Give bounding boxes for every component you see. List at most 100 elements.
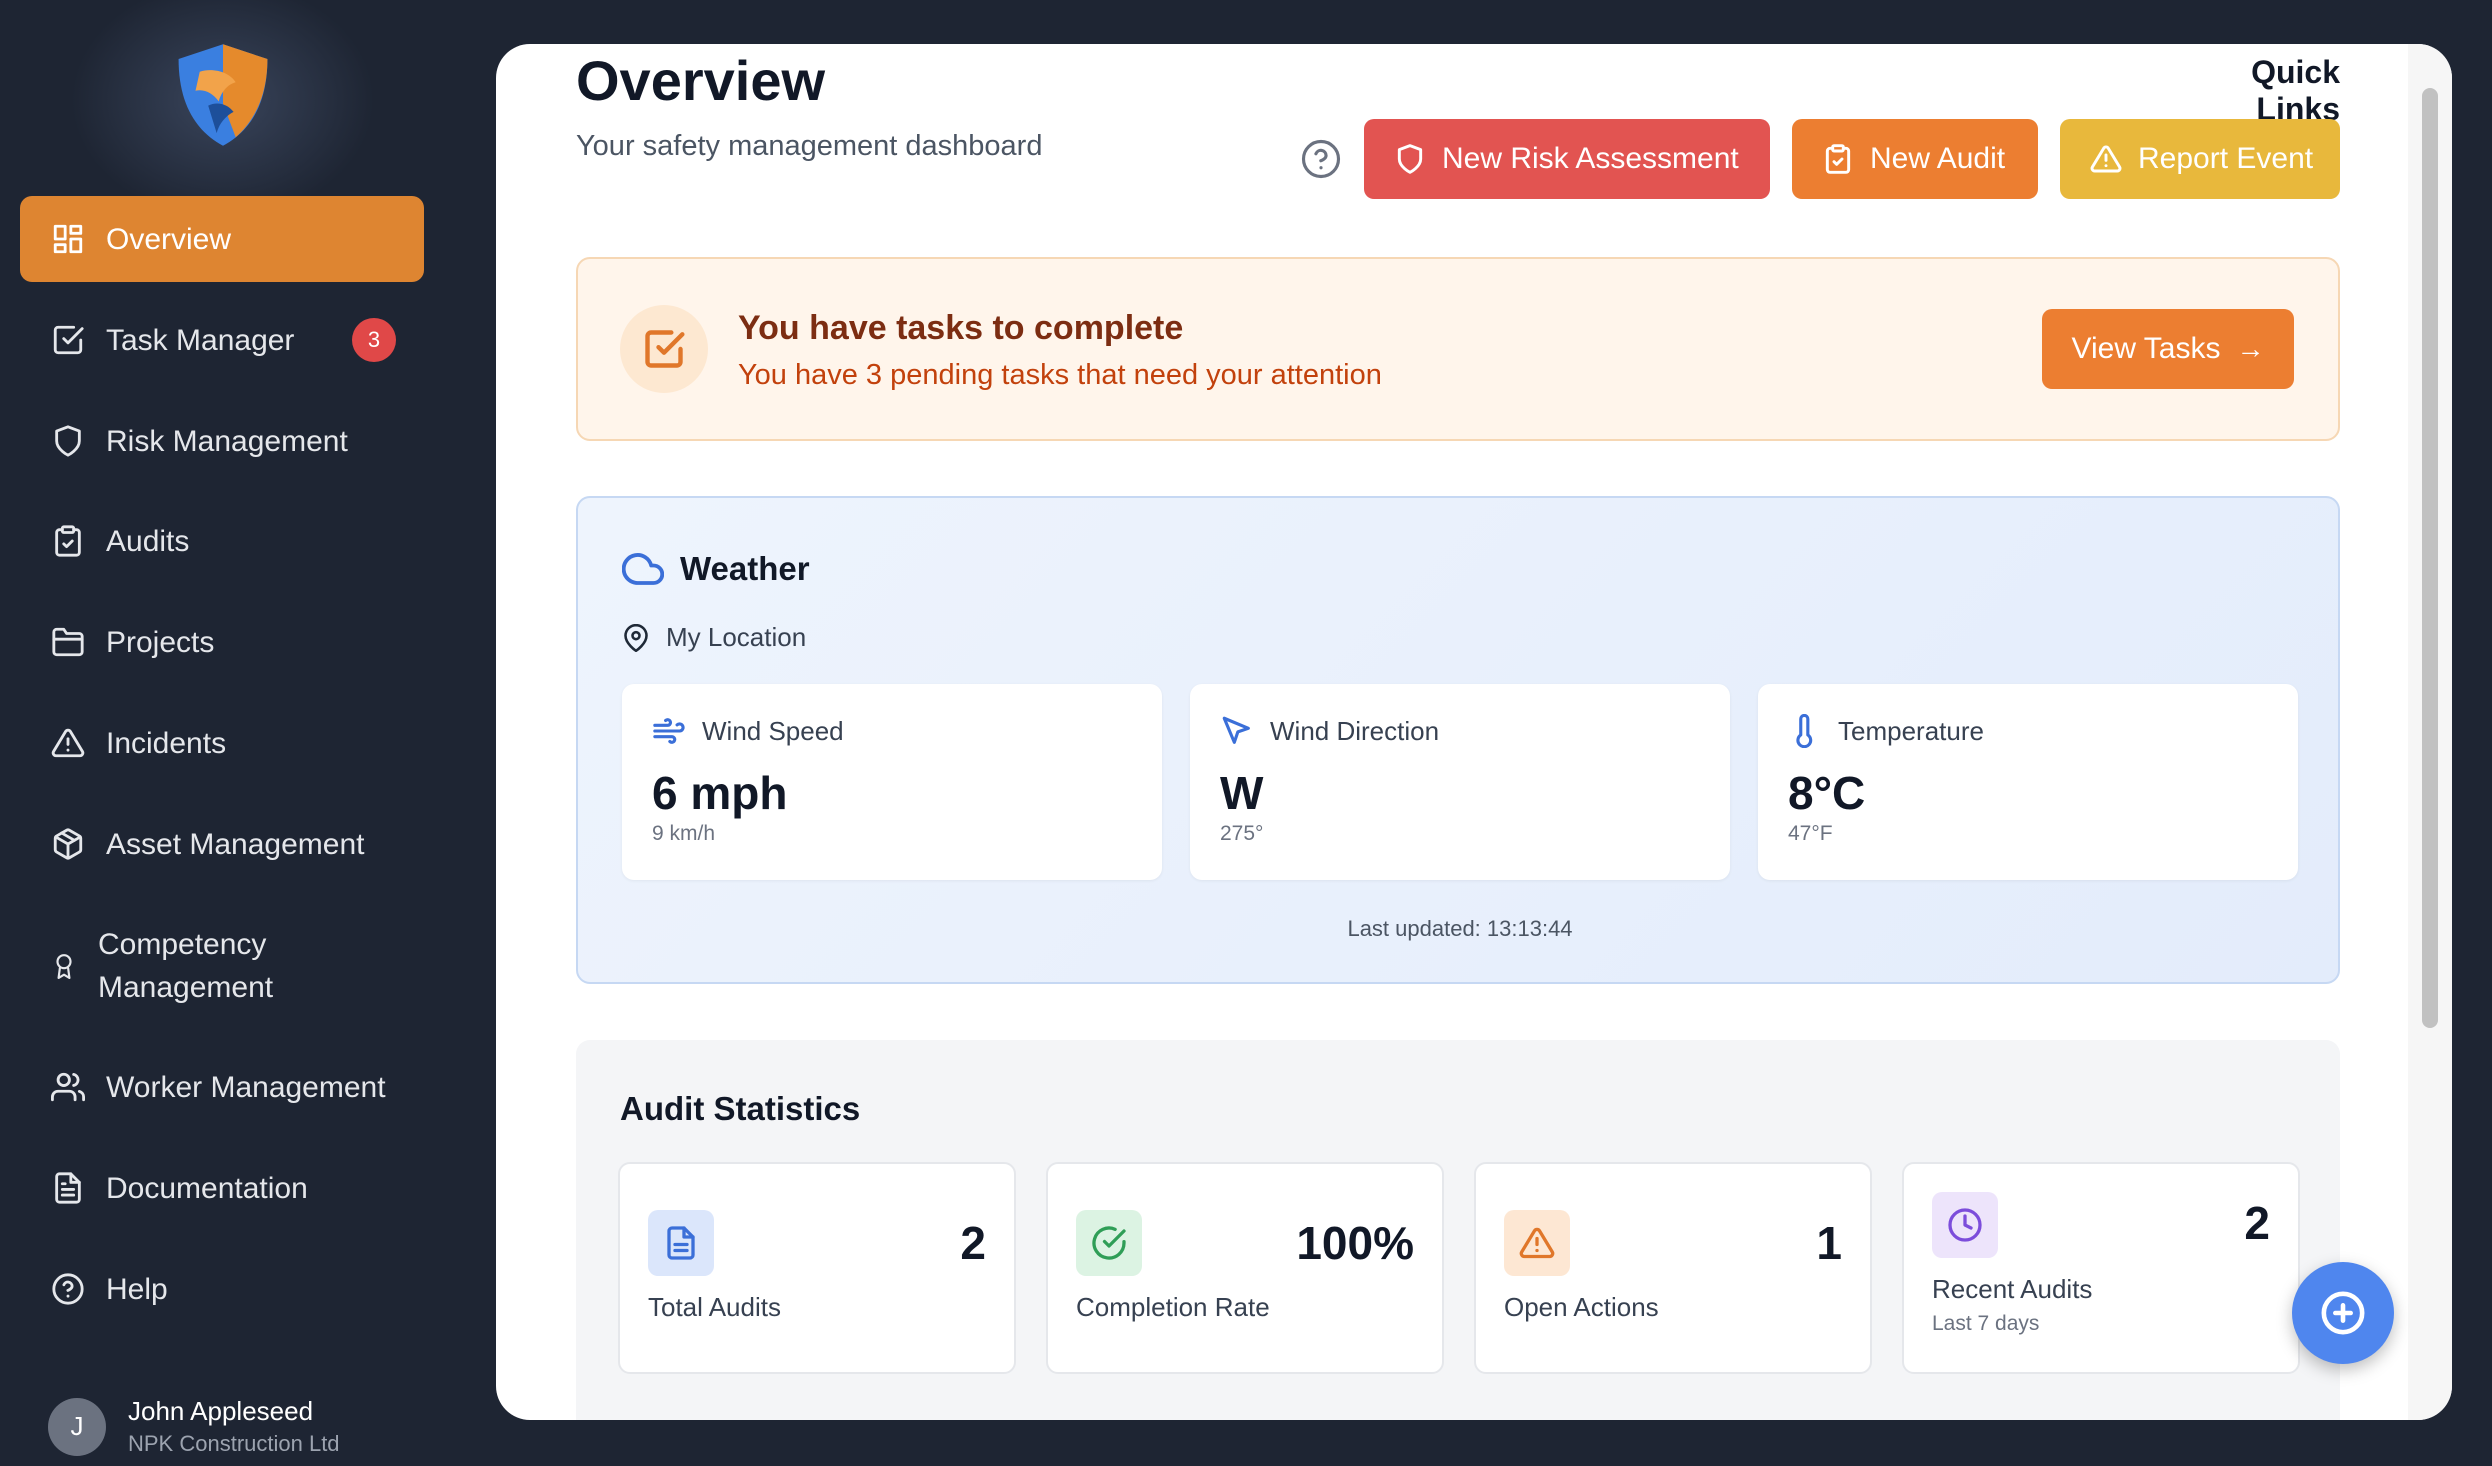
avatar: J: [48, 1397, 106, 1456]
user-name: John Appleseed: [128, 1396, 314, 1426]
weather-last-updated: Last updated: 13:13:44: [1347, 916, 1573, 941]
sidebar: Overview Task Manager 3 Risk Management …: [0, 0, 496, 1466]
open-actions-value: 1: [1816, 1217, 1842, 1269]
wind-direction-degrees: 275°: [1220, 822, 1264, 845]
sidebar-item-label: Documentation: [106, 1171, 308, 1205]
weather-title: Weather: [680, 550, 810, 587]
button-label: Report Event: [2138, 142, 2314, 175]
help-circle-icon: [50, 1271, 86, 1307]
main-content: Overview Your safety management dashboar…: [496, 44, 2452, 1420]
sidebar-item-label: Competency Management: [98, 928, 274, 1004]
folder-icon: [50, 624, 86, 660]
open-actions-card[interactable]: 1 Open Actions: [1474, 1162, 1872, 1374]
tasks-banner-subtitle: You have 3 pending tasks that need your …: [738, 359, 1382, 391]
sidebar-item-projects[interactable]: Projects: [20, 599, 424, 685]
open-actions-label: Open Actions: [1504, 1292, 1659, 1322]
total-audits-label: Total Audits: [648, 1292, 781, 1322]
navigation-pointer-icon: [1222, 716, 1250, 744]
recent-audits-card[interactable]: 2 Recent Audits Last 7 days: [1902, 1162, 2300, 1374]
help-circle-icon[interactable]: [1300, 138, 1342, 180]
shield-icon: [1397, 144, 1423, 174]
check-circle-icon: [1076, 1210, 1142, 1276]
pending-tasks-banner: You have tasks to complete You have 3 pe…: [576, 257, 2340, 441]
completion-rate-label: Completion Rate: [1076, 1292, 1270, 1322]
sidebar-item-documentation[interactable]: Documentation: [20, 1145, 424, 1231]
plus-circle-icon: [2321, 1291, 2365, 1335]
audit-statistics-title: Audit Statistics: [620, 1090, 861, 1127]
tasks-banner-title: You have tasks to complete: [738, 309, 1184, 347]
warning-triangle-icon: [2090, 145, 2122, 173]
sidebar-item-label: Audits: [106, 524, 190, 558]
sidebar-item-incidents[interactable]: Incidents: [20, 700, 424, 786]
shield-icon: [50, 423, 86, 459]
checkbox-icon: [620, 305, 708, 393]
wind-speed-label: Wind Speed: [702, 715, 844, 746]
wind-direction-card: Wind Direction W 275°: [1190, 684, 1730, 880]
sidebar-item-label: Help: [106, 1272, 168, 1306]
cloud-icon: [622, 553, 664, 585]
arrow-right-icon: →: [2236, 333, 2265, 364]
dashboard-grid-icon: [50, 221, 86, 257]
wind-speed-kmh: 9 km/h: [652, 822, 716, 845]
location-label: My Location: [666, 622, 807, 652]
user-company: NPK Construction Ltd: [128, 1431, 340, 1456]
weather-location[interactable]: My Location: [622, 622, 806, 653]
vertical-scrollbar[interactable]: [2408, 44, 2452, 1420]
new-risk-assessment-button[interactable]: New Risk Assessment: [1364, 119, 1770, 199]
sidebar-item-label: Projects: [106, 625, 215, 659]
audit-statistics-panel: Audit Statistics 2 Total Audits 100% Com…: [576, 1040, 2340, 1420]
task-count-badge: 3: [352, 318, 396, 362]
weather-panel: Weather My Location Wind Speed 6 mph 9 k…: [576, 496, 2340, 984]
sidebar-item-label: Task Manager: [106, 323, 295, 357]
view-tasks-button[interactable]: View Tasks →: [2042, 309, 2294, 389]
button-label: New Audit: [1870, 142, 2006, 175]
sidebar-item-overview[interactable]: Overview: [20, 196, 424, 282]
clipboard-icon: [1825, 144, 1851, 174]
completion-rate-card[interactable]: 100% Completion Rate: [1046, 1162, 1444, 1374]
new-audit-button[interactable]: New Audit: [1792, 119, 2038, 199]
completion-rate-value: 100%: [1296, 1217, 1414, 1269]
sidebar-item-label: Incidents: [106, 726, 227, 760]
sidebar-item-label: Asset Management: [106, 827, 365, 861]
sidebar-item-worker-management[interactable]: Worker Management: [20, 1044, 424, 1130]
wind-icon: [653, 718, 685, 744]
map-pin-icon: [624, 623, 648, 652]
sidebar-item-help[interactable]: Help: [20, 1246, 424, 1332]
user-profile[interactable]: J John Appleseed NPK Construction Ltd: [48, 1396, 340, 1457]
clipboard-icon: [50, 523, 86, 559]
page-title: Overview: [576, 49, 826, 112]
clock-icon: [1932, 1192, 1998, 1258]
recent-audits-value: 2: [2244, 1197, 2270, 1249]
sidebar-item-task-manager[interactable]: Task Manager 3: [20, 297, 424, 383]
wind-speed-card: Wind Speed 6 mph 9 km/h: [622, 684, 1162, 880]
total-audits-value: 2: [960, 1217, 986, 1269]
sidebar-item-asset-management[interactable]: Asset Management: [20, 801, 424, 887]
alert-triangle-icon: [1504, 1210, 1570, 1276]
package-icon: [50, 826, 86, 862]
report-event-button[interactable]: Report Event: [2060, 119, 2340, 199]
wind-speed-value: 6 mph: [652, 767, 788, 819]
scrollbar-thumb[interactable]: [2422, 88, 2438, 1028]
shield-logo-icon[interactable]: [170, 40, 276, 150]
button-label: New Risk Assessment: [1442, 142, 1739, 175]
page-subtitle: Your safety management dashboard: [576, 130, 1043, 162]
button-label: View Tasks: [2071, 332, 2221, 365]
sidebar-item-risk-management[interactable]: Risk Management: [20, 398, 424, 484]
temperature-label: Temperature: [1838, 715, 1984, 746]
add-floating-button[interactable]: [2292, 1262, 2394, 1364]
document-icon: [50, 1170, 86, 1206]
file-text-icon: [648, 1210, 714, 1276]
recent-audits-period: Last 7 days: [1932, 1312, 2040, 1335]
sidebar-item-label: Overview: [106, 222, 232, 256]
wind-direction-label: Wind Direction: [1270, 715, 1440, 746]
sidebar-item-audits[interactable]: Audits: [20, 498, 424, 584]
temperature-fahrenheit: 47°F: [1788, 822, 1833, 845]
temperature-card: Temperature 8°C 47°F: [1758, 684, 2298, 880]
award-icon: [50, 948, 78, 984]
sidebar-item-competency-management[interactable]: Competency Management: [20, 916, 424, 1016]
wind-direction-value: W: [1220, 767, 1264, 819]
quick-links-heading: Quick Links: [2251, 54, 2340, 127]
users-icon: [50, 1069, 86, 1105]
checkbox-icon: [50, 322, 86, 358]
total-audits-card[interactable]: 2 Total Audits: [618, 1162, 1016, 1374]
